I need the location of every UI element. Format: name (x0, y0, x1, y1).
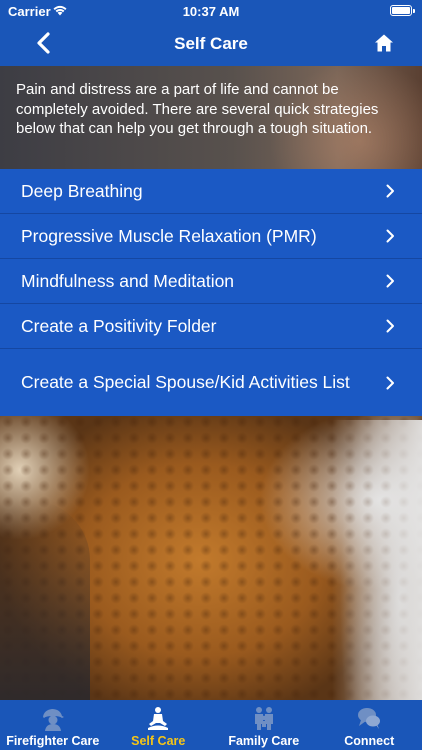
page-title: Self Care (174, 34, 248, 53)
list-item-pmr[interactable]: Progressive Muscle Relaxation (PMR) (0, 214, 422, 259)
tab-family-care[interactable]: Family Care (211, 700, 317, 750)
chevron-right-icon (386, 229, 394, 243)
tab-firefighter-care[interactable]: Firefighter Care (0, 700, 106, 750)
intro-banner: Pain and distress are a part of life and… (0, 66, 422, 169)
family-icon (254, 707, 273, 730)
tab-label: Self Care (131, 734, 186, 748)
status-bar: Carrier 10:37 AM (0, 0, 422, 22)
background-sleeve (0, 500, 90, 700)
meditation-icon (148, 707, 169, 730)
list-item-label: Deep Breathing (21, 180, 143, 201)
chevron-right-icon (386, 319, 394, 333)
intro-text: Pain and distress are a part of life and… (16, 81, 379, 137)
chevron-right-icon (386, 274, 394, 288)
tab-label: Connect (344, 734, 395, 748)
battery-icon (390, 5, 415, 16)
tab-label: Firefighter Care (6, 734, 100, 748)
background-light-area (332, 420, 422, 700)
list-item-label: Mindfulness and Meditation (21, 270, 235, 291)
tab-bar: Firefighter Care Self Care Family Care C… (0, 700, 422, 750)
tab-label: Family Care (228, 734, 300, 748)
firefighter-icon (42, 709, 64, 731)
navigation-bar: Carrier 10:37 AM Self Care (0, 0, 422, 66)
chevron-right-icon (386, 184, 394, 198)
chat-bubbles-icon (358, 708, 381, 729)
strategy-list: Deep Breathing Progressive Muscle Relaxa… (0, 169, 422, 416)
list-item-deep-breathing[interactable]: Deep Breathing (0, 169, 422, 214)
list-item-mindfulness[interactable]: Mindfulness and Meditation (0, 259, 422, 304)
tab-connect[interactable]: Connect (317, 700, 422, 750)
clock: 10:37 AM (182, 4, 240, 19)
list-item-spouse-kid-activities[interactable]: Create a Special Spouse/Kid Activities L… (0, 349, 422, 416)
list-item-label: Progressive Muscle Relaxation (PMR) (21, 225, 317, 246)
list-item-label: Create a Special Spouse/Kid Activities L… (21, 372, 350, 392)
tab-self-care[interactable]: Self Care (106, 700, 212, 750)
list-item-positivity-folder[interactable]: Create a Positivity Folder (0, 304, 422, 349)
home-icon[interactable] (374, 33, 394, 53)
chevron-right-icon (386, 376, 394, 389)
list-item-label: Create a Positivity Folder (21, 315, 217, 336)
